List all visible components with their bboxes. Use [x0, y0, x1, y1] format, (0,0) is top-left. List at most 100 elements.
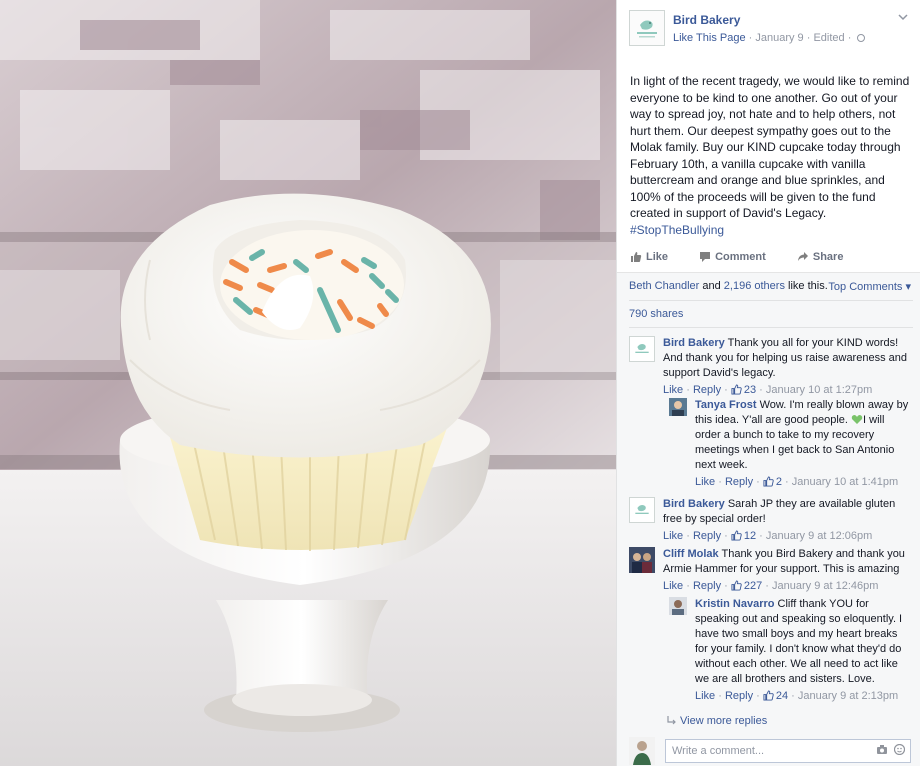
sep: ·: [782, 476, 792, 488]
comment-reply-link[interactable]: Reply: [693, 530, 721, 542]
comment-composer: Write a comment...: [629, 737, 911, 765]
post-date[interactable]: January 9: [755, 32, 803, 44]
post-body: In light of the recent tragedy, we would…: [630, 74, 910, 220]
comment-time[interactable]: January 9 at 12:46pm: [772, 580, 878, 592]
edited-label[interactable]: Edited: [813, 32, 844, 44]
hashtag-link[interactable]: #StopTheBullying: [630, 223, 724, 237]
like-count[interactable]: 12: [731, 530, 756, 542]
user-photo-icon: [629, 737, 655, 765]
comment-like-link[interactable]: Like: [663, 580, 683, 592]
meta-sep-1: ·: [745, 32, 756, 44]
thumbs-up-icon: [631, 252, 642, 262]
share-icon: [797, 252, 808, 261]
post-meta: Like This Page · January 9 · Edited ·: [673, 32, 866, 44]
like-count[interactable]: 2: [763, 476, 782, 488]
commenter-name[interactable]: Bird Bakery: [663, 337, 725, 349]
cupcake-photo-illustration: [0, 0, 616, 766]
sep: ·: [715, 690, 725, 702]
like-count[interactable]: 23: [731, 384, 756, 396]
top-comments-dropdown[interactable]: Top Comments ▾: [828, 280, 911, 293]
like-page-link[interactable]: Like This Page: [673, 32, 746, 44]
sep: ·: [756, 530, 766, 542]
comment-body: Kristin Navarro Cliff thank YOU for spea…: [695, 597, 911, 704]
comment-time[interactable]: January 10 at 1:27pm: [766, 384, 872, 396]
meta-sep-3: ·: [844, 32, 855, 44]
composer-icons: [876, 744, 905, 755]
likes-tail: like this.: [784, 280, 828, 292]
others-link[interactable]: 2,196 others: [724, 280, 785, 292]
comment-like-link[interactable]: Like: [663, 530, 683, 542]
sep: ·: [721, 384, 731, 396]
comment-icon: [700, 252, 711, 262]
comment-body: Bird Bakery Thank you all for your KIND …: [663, 336, 911, 398]
caret-down-icon: ▾: [905, 281, 911, 293]
post-actions: Like Comment Share: [630, 251, 871, 266]
commenter-avatar[interactable]: [629, 336, 655, 362]
view-more-replies-link[interactable]: View more replies: [667, 715, 767, 727]
post-text: In light of the recent tragedy, we would…: [630, 73, 913, 238]
sep: ·: [715, 476, 725, 488]
comment-button[interactable]: Comment: [699, 251, 780, 263]
comment-reply-link[interactable]: Reply: [693, 384, 721, 396]
thumbs-up-icon: [731, 530, 742, 541]
comment-reply-link[interactable]: Reply: [725, 690, 753, 702]
chevron-down-icon[interactable]: [898, 12, 908, 22]
comment-item: Cliff Molak Thank you Bird Bakery and th…: [629, 547, 913, 593]
commenter-avatar[interactable]: [629, 497, 655, 523]
like-button[interactable]: Like: [630, 251, 682, 263]
emoji-icon[interactable]: [894, 744, 905, 755]
commenter-avatar[interactable]: [669, 597, 687, 615]
commenter-name[interactable]: Tanya Frost: [695, 399, 757, 411]
page-avatar[interactable]: [629, 10, 665, 46]
top-comments-label: Top Comments: [828, 281, 903, 293]
cupcake-photo[interactable]: [0, 0, 616, 766]
shares-link[interactable]: 790 shares: [629, 308, 683, 320]
sep: ·: [756, 384, 766, 396]
globe-icon[interactable]: [857, 34, 866, 42]
comment-item: Bird Bakery Thank you all for your KIND …: [629, 336, 913, 396]
commenter-avatar[interactable]: [669, 398, 687, 416]
user-photo-icon: [669, 398, 687, 416]
comment-reply-link[interactable]: Reply: [725, 476, 753, 488]
comment-label: Comment: [715, 251, 766, 263]
bird-bakery-logo-icon: [637, 20, 657, 38]
comment-like-link[interactable]: Like: [695, 690, 715, 702]
comment-like-link[interactable]: Like: [695, 476, 715, 488]
page-name-link[interactable]: Bird Bakery: [673, 13, 740, 27]
comment-input[interactable]: Write a comment...: [665, 739, 911, 763]
commenter-name[interactable]: Cliff Molak: [663, 548, 719, 560]
reply-item: Kristin Navarro Cliff thank YOU for spea…: [669, 597, 913, 712]
thumbs-up-icon: [731, 384, 742, 395]
share-label: Share: [812, 251, 844, 263]
commenter-name[interactable]: Bird Bakery: [663, 498, 725, 510]
liker-name-link[interactable]: Beth Chandler: [629, 280, 699, 292]
commenter-name[interactable]: Kristin Navarro: [695, 598, 774, 610]
reply-item: Tanya Frost Wow. I'm really blown away b…: [669, 398, 913, 488]
like-count[interactable]: 227: [731, 580, 762, 592]
like-count[interactable]: 24: [763, 690, 788, 702]
bird-bakery-logo-icon: [635, 505, 649, 514]
comment-body: Cliff Molak Thank you Bird Bakery and th…: [663, 547, 911, 594]
sep: ·: [721, 580, 731, 592]
like-count-value: 24: [775, 690, 789, 702]
comment-footer: Like · Reply · 24 · January 9 at 2:13pm: [695, 689, 911, 704]
sep: ·: [683, 580, 693, 592]
commenter-avatar[interactable]: [629, 547, 655, 573]
camera-icon[interactable]: [876, 744, 888, 755]
green-heart-icon: [851, 415, 863, 424]
post-viewer: Bird Bakery Like This Page · January 9 ·…: [0, 0, 920, 766]
comment-footer: Like · Reply · 227 · January 9 at 12:46p…: [663, 579, 911, 594]
comment-time[interactable]: January 9 at 12:06pm: [766, 530, 872, 542]
comment-time[interactable]: January 9 at 2:13pm: [798, 690, 898, 702]
sep: ·: [753, 476, 763, 488]
post-header: Bird Bakery Like This Page · January 9 ·…: [629, 10, 910, 50]
thumbs-up-icon: [731, 580, 742, 591]
comment-text: Cliff thank YOU for speaking out and spe…: [695, 598, 903, 685]
user-photo-icon: [629, 547, 655, 573]
comment-time[interactable]: January 10 at 1:41pm: [792, 476, 898, 488]
comment-body: Tanya Frost Wow. I'm really blown away b…: [695, 398, 911, 490]
comment-reply-link[interactable]: Reply: [693, 580, 721, 592]
share-button[interactable]: Share: [797, 251, 858, 263]
comment-like-link[interactable]: Like: [663, 384, 683, 396]
user-photo-icon: [669, 597, 687, 615]
